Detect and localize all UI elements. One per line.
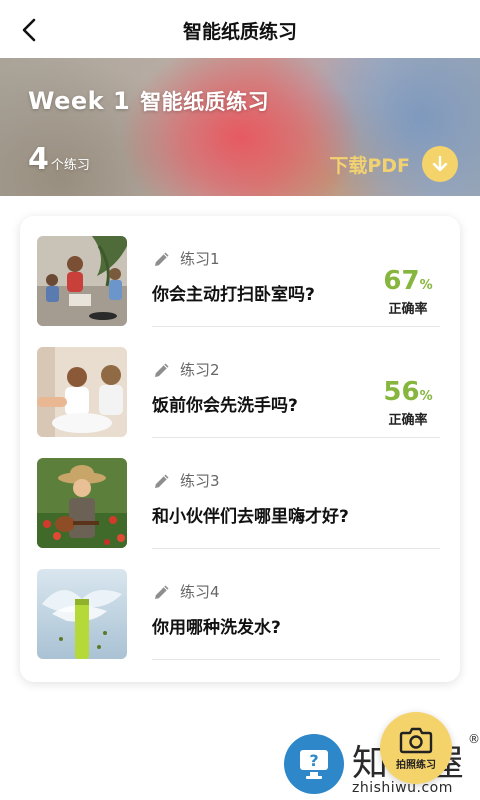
pencil-icon xyxy=(155,474,169,488)
exercise-item-3[interactable]: 练习3 和小伙伴们去哪里嗨才好? xyxy=(20,438,460,549)
week-banner: Week 1 智能纸质练习 4 个练习 下载PDF xyxy=(0,58,480,196)
pencil-icon xyxy=(155,252,169,266)
page-title: 智能纸质练习 xyxy=(182,21,297,43)
exercise-label: 练习4 xyxy=(180,583,220,601)
exercise-meta: 练习2 xyxy=(152,359,220,380)
accuracy-score: 56% 正确率 xyxy=(378,377,438,428)
water-splash-bottle-photo xyxy=(37,569,127,659)
accuracy-label: 正确率 xyxy=(388,413,428,428)
children-washing-hands-photo xyxy=(37,347,127,437)
svg-text:?: ? xyxy=(309,751,318,770)
exercise-meta: 练习3 xyxy=(152,470,220,491)
item-divider xyxy=(152,659,440,660)
exercise-meta: 练习1 xyxy=(152,248,220,269)
exercise-count-unit: 个练习 xyxy=(50,158,90,173)
exercise-question: 你用哪种洗发水? xyxy=(152,618,281,638)
download-pdf-label: 下载PDF xyxy=(329,154,410,177)
exercise-question: 你会主动打扫卧室吗? xyxy=(152,285,315,305)
top-nav-bar: 智能纸质练习 xyxy=(0,0,480,58)
exercise-count: 4 个练习 xyxy=(28,142,90,177)
exercise-label: 练习2 xyxy=(180,361,220,379)
arrow-down-icon xyxy=(422,146,458,182)
pencil-icon xyxy=(155,363,169,377)
children-cleaning-photo xyxy=(37,236,127,326)
photo-practice-label: 拍照练习 xyxy=(396,759,436,771)
accuracy-unit: % xyxy=(419,278,433,293)
exercise-question: 饭前你会先洗手吗? xyxy=(152,396,298,416)
exercise-item-4[interactable]: 练习4 你用哪种洗发水? xyxy=(20,549,460,660)
watermark-url: zhishiwu.com xyxy=(352,780,453,796)
download-pdf-button[interactable]: 下载PDF xyxy=(329,146,458,182)
accuracy-score: 67% 正确率 xyxy=(378,266,438,317)
photo-practice-button[interactable]: 拍照练习 xyxy=(380,712,452,784)
exercise-count-number: 4 xyxy=(28,142,49,177)
camera-icon xyxy=(399,727,433,753)
exercise-meta: 练习4 xyxy=(152,581,220,602)
exercise-item-2[interactable]: 练习2 饭前你会先洗手吗? 56% 正确率 xyxy=(20,327,460,438)
accuracy-unit: % xyxy=(419,389,433,404)
banner-week: Week 1 xyxy=(28,87,131,115)
pencil-icon xyxy=(155,585,169,599)
accuracy-value: 67 xyxy=(383,266,420,296)
accuracy-value: 56 xyxy=(383,377,420,407)
exercise-label: 练习3 xyxy=(180,472,220,490)
banner-title: Week 1 智能纸质练习 xyxy=(28,86,269,116)
exercise-item-1[interactable]: 练习1 你会主动打扫卧室吗? 67% 正确率 xyxy=(20,216,460,327)
exercise-question: 和小伙伴们去哪里嗨才好? xyxy=(152,507,349,527)
exercise-list-card: 练习1 你会主动打扫卧室吗? 67% 正确率 练习2 饭前你会先洗手吗? 56%… xyxy=(20,216,460,682)
watermark-registered: ® xyxy=(468,732,480,746)
exercise-label: 练习1 xyxy=(180,250,220,268)
question-monitor-icon: ? xyxy=(284,734,344,794)
accuracy-label: 正确率 xyxy=(388,302,428,317)
boy-with-ukulele-photo xyxy=(37,458,127,548)
banner-subtitle: 智能纸质练习 xyxy=(140,90,270,114)
